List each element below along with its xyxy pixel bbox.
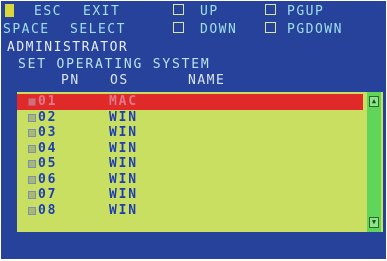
port-number: 07 <box>38 187 58 202</box>
port-checkbox-icon[interactable] <box>28 113 36 122</box>
port-os: WIN <box>109 187 138 202</box>
port-row[interactable]: 01 MAC <box>17 94 363 110</box>
port-os: WIN <box>109 202 138 218</box>
port-number: 08 <box>38 202 58 218</box>
port-checkbox-icon[interactable] <box>28 129 36 137</box>
status-block <box>5 4 14 17</box>
pgup-label: PGUP <box>287 4 325 19</box>
scroll-down-icon[interactable]: ▼ <box>369 217 379 228</box>
esc-key-label: ESC <box>34 4 62 19</box>
page-up-key-icon <box>265 4 276 15</box>
port-checkbox-icon[interactable] <box>28 206 36 215</box>
scrollbar[interactable]: ▲ ▼ <box>367 92 381 232</box>
port-number: 03 <box>38 125 58 140</box>
port-row[interactable]: 03 WIN <box>17 125 363 141</box>
port-row[interactable]: 02 WIN <box>17 110 363 126</box>
port-row[interactable]: 05 WIN <box>17 156 363 172</box>
port-checkbox-icon[interactable] <box>28 191 36 199</box>
page-down-key-icon <box>265 22 276 33</box>
page-title: SET OPERATING SYSTEM <box>18 57 211 72</box>
pgdown-label: PGDOWN <box>287 22 343 37</box>
port-os: WIN <box>109 109 138 125</box>
port-number: 02 <box>38 109 58 125</box>
kvm-osd-screen: ESC EXIT UP PGUP SPACE SELECT DOWN PGDOW… <box>1 1 386 259</box>
port-number: 04 <box>38 140 58 156</box>
port-checkbox-icon[interactable] <box>28 175 36 184</box>
space-key-label: SPACE <box>3 22 50 37</box>
port-number: 06 <box>38 171 58 187</box>
column-header-os: OS <box>110 73 129 88</box>
up-arrow-key-icon <box>173 4 184 15</box>
port-row[interactable]: 07 WIN <box>17 187 363 203</box>
column-header-pn: PN <box>61 73 80 88</box>
port-number: 01 <box>38 94 58 109</box>
port-checkbox-icon[interactable] <box>28 144 36 153</box>
port-os: WIN <box>109 171 138 187</box>
port-list: 01 MAC 02 WIN 03 WIN 04 WIN 05 WIN 06 WIN 07 WIN 08 WIN… <box>17 92 383 232</box>
port-checkbox-icon[interactable] <box>28 98 36 106</box>
port-checkbox-icon[interactable] <box>28 160 36 168</box>
port-row[interactable]: 04 WIN <box>17 141 363 157</box>
down-label: DOWN <box>200 22 238 37</box>
select-label: SELECT <box>70 22 126 37</box>
port-os: WIN <box>109 125 138 140</box>
port-row[interactable]: 08 WIN <box>17 203 363 219</box>
exit-label: EXIT <box>83 4 121 19</box>
down-arrow-key-icon <box>173 22 184 33</box>
port-row[interactable]: 06 WIN <box>17 172 363 188</box>
port-os: MAC <box>109 94 138 109</box>
port-number: 05 <box>38 156 58 171</box>
scroll-up-icon[interactable]: ▲ <box>369 96 379 107</box>
up-label: UP <box>200 4 219 19</box>
user-title: ADMINISTRATOR <box>7 40 129 55</box>
column-header-name: NAME <box>188 73 226 88</box>
port-os: WIN <box>109 156 138 171</box>
port-os: WIN <box>109 140 138 156</box>
